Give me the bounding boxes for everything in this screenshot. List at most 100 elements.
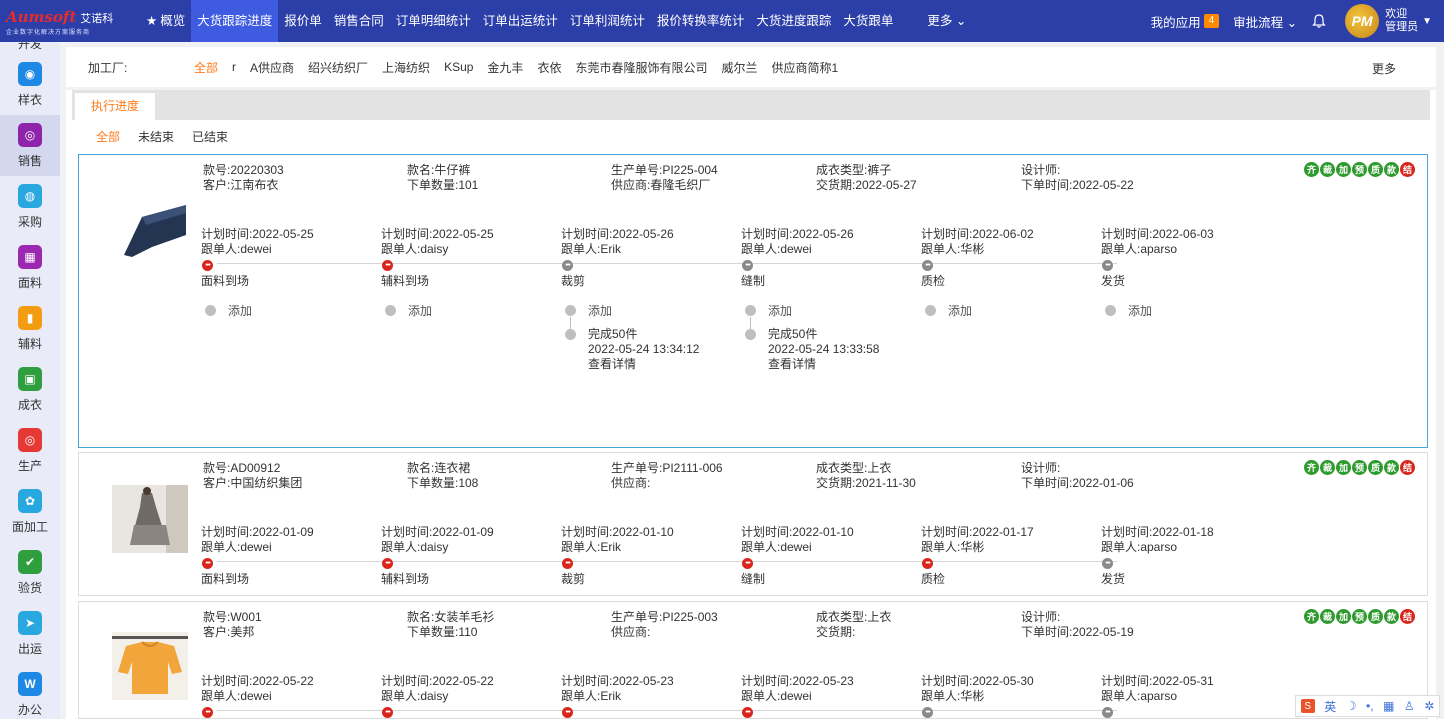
step-status-dot[interactable]: ••• — [562, 260, 573, 271]
factory-option[interactable]: KSup — [444, 60, 473, 74]
step-status-dot[interactable]: ••• — [742, 260, 753, 271]
add-progress-button[interactable]: 添加 — [381, 302, 561, 319]
nav-order-detail-stats[interactable]: 订单明细统计 — [390, 0, 477, 42]
welcome-text: 欢迎 管理员 — [1385, 8, 1419, 33]
tag-quality: 质 — [1368, 609, 1383, 624]
sidebar-item-dev-cut[interactable]: 开发 — [0, 42, 60, 54]
bell-icon[interactable] — [1311, 13, 1327, 29]
my-apps[interactable]: 我的应用 4 — [1151, 12, 1220, 31]
keyboard-icon[interactable]: ▦ — [1383, 699, 1394, 713]
sidebar-item-shipping[interactable]: ➤ 出运 — [0, 603, 60, 664]
process-step: 计划时间:2022-05-26 跟单人:dewei ••• 缝制 添加 完成50件… — [741, 227, 921, 372]
nav-sales-contract[interactable]: 销售合同 — [328, 0, 390, 42]
nav-quotation[interactable]: 报价单 — [278, 0, 328, 42]
factory-option-all[interactable]: 全部 — [194, 59, 218, 76]
factory-more-button[interactable]: 更多 — [1372, 60, 1396, 77]
step-status-dot[interactable]: ••• — [1102, 558, 1113, 569]
order-time: 下单时间:2022-05-22 — [1021, 178, 1134, 192]
sidebar-item-sales[interactable]: ◎ 销售 — [0, 115, 60, 176]
step-status-dot[interactable]: ••• — [202, 558, 213, 569]
view-detail-link[interactable]: 查看详情 — [588, 357, 699, 372]
settings-gear-icon[interactable]: ✲ — [1424, 699, 1434, 713]
nav-overview[interactable]: ★ 概览 — [140, 0, 191, 42]
sidebar-item-sample[interactable]: ◉ 样衣 — [0, 54, 60, 115]
progress-log: 完成50件 2022-05-24 13:34:12 查看详情 — [561, 317, 741, 372]
subtab-all[interactable]: 全部 — [96, 128, 120, 145]
top-right-area: 我的应用 4 审批流程 ⌄ PM 欢迎 管理员 ▼ — [1151, 0, 1444, 42]
factory-option[interactable]: 衣依 — [537, 59, 561, 76]
step-status-dot[interactable]: ••• — [922, 558, 933, 569]
nav-order-profit-stats[interactable]: 订单利润统计 — [564, 0, 651, 42]
sidebar-item-production[interactable]: ◎ 生产 — [0, 420, 60, 481]
step-status-dot[interactable]: ••• — [562, 558, 573, 569]
sidebar-item-fabric[interactable]: ▦ 面料 — [0, 237, 60, 298]
approval-flow-menu[interactable]: 审批流程 ⌄ — [1233, 12, 1297, 31]
sidebar-item-office[interactable]: W 办公 — [0, 664, 60, 719]
tab-execution-progress[interactable]: 执行进度 — [75, 93, 155, 120]
order-card[interactable]: 款号:20220303 客户:江南布衣 款名:牛仔裤 下单数量:101 生产单号:P… — [78, 154, 1428, 448]
add-progress-button[interactable]: 添加 — [921, 302, 1101, 319]
step-status-dot[interactable]: ••• — [382, 558, 393, 569]
sidebar-item-purchase[interactable]: ◍ 采购 — [0, 176, 60, 237]
sample-icon: ◉ — [18, 61, 42, 86]
step-status-dot[interactable]: ••• — [382, 707, 393, 718]
subtab-unfinished[interactable]: 未结束 — [138, 128, 174, 145]
production-icon: ◎ — [18, 427, 42, 452]
add-progress-button[interactable]: 添加 — [741, 302, 921, 319]
factory-option[interactable]: r — [232, 60, 236, 74]
factory-option[interactable]: 金九丰 — [487, 59, 523, 76]
view-detail-link[interactable]: 查看详情 — [768, 357, 879, 372]
sidebar-item-inspection[interactable]: ✔ 验货 — [0, 542, 60, 603]
user-icon[interactable]: ♙ — [1404, 699, 1415, 713]
add-progress-button[interactable]: 添加 — [201, 302, 381, 319]
status-subtabs: 全部 未结束 已结束 — [96, 128, 228, 145]
factory-option[interactable]: A供应商 — [250, 59, 294, 76]
style-name: 款名:女装羊毛衫 — [407, 610, 495, 624]
sidebar-item-processing[interactable]: ✿ 面加工 — [0, 481, 60, 542]
garment-type: 成衣类型:上衣 — [816, 610, 892, 624]
step-status-dot[interactable]: ••• — [742, 558, 753, 569]
factory-option[interactable]: 威尔兰 — [721, 59, 757, 76]
moon-icon[interactable]: ☽ — [1346, 699, 1357, 713]
step-status-dot[interactable]: ••• — [742, 707, 753, 718]
subtab-finished[interactable]: 已结束 — [192, 128, 228, 145]
nav-bulk-tracking-progress[interactable]: 大货跟踪进度 — [191, 0, 279, 42]
production-number: 生产单号:PI225-003 — [611, 610, 718, 624]
sidebar-item-accessory[interactable]: ▮ 辅料 — [0, 298, 60, 359]
factory-option[interactable]: 绍兴纺织厂 — [308, 59, 368, 76]
add-progress-button[interactable]: 添加 — [1101, 302, 1281, 319]
step-status-dot[interactable]: ••• — [202, 260, 213, 271]
step-status-dot[interactable]: ••• — [922, 707, 933, 718]
step-status-dot[interactable]: ••• — [1102, 707, 1113, 718]
nav-more[interactable]: 更多 ⌄ — [921, 0, 972, 42]
status-tags: 齐裁加预质款结 — [1304, 609, 1415, 624]
nav-bulk-follow[interactable]: 大货跟单 — [837, 0, 899, 42]
avatar[interactable]: PM — [1345, 4, 1380, 38]
factory-option[interactable]: 供应商简称1 — [771, 59, 838, 76]
order-card[interactable]: 款号:W001 客户:美邦 款名:女装羊毛衫 下单数量:110 生产单号:PI225… — [78, 601, 1428, 719]
nav-bulk-progress-tracking[interactable]: 大货进度跟踪 — [750, 0, 837, 42]
punctuation-icon[interactable]: •, — [1366, 699, 1374, 713]
ime-toolbar[interactable]: S 英 ☽ •, ▦ ♙ ✲ — [1295, 695, 1440, 717]
page-scrollbar[interactable] — [1436, 42, 1444, 719]
step-status-dot[interactable]: ••• — [562, 707, 573, 718]
step-status-dot[interactable]: ••• — [922, 260, 933, 271]
process-step: 计划时间:2022-05-25 跟单人:daisy ••• 辅料到场 添加 — [381, 227, 561, 319]
factory-option[interactable]: 东莞市春隆服饰有限公司 — [575, 59, 707, 76]
add-progress-button[interactable]: 添加 — [561, 302, 741, 319]
factory-option[interactable]: 上海纺织 — [382, 59, 430, 76]
ime-language-toggle[interactable]: 英 — [1324, 698, 1336, 715]
step-status-dot[interactable]: ••• — [1102, 260, 1113, 271]
inspection-icon: ✔ — [18, 549, 42, 574]
garment-type: 成衣类型:上衣 — [816, 461, 892, 475]
nav-order-shipping-stats[interactable]: 订单出运统计 — [477, 0, 564, 42]
app-logo[interactable]: Aumsoft 艾诺科 企业数字化解决方案服务商 — [0, 0, 140, 42]
step-status-dot[interactable]: ••• — [382, 260, 393, 271]
process-step: 计划时间:2022-05-26 跟单人:Erik ••• 裁剪 添加 完成50件 2… — [561, 227, 741, 372]
user-menu-caret-icon[interactable]: ▼ — [1422, 16, 1432, 27]
sidebar-item-garment[interactable]: ▣ 成衣 — [0, 359, 60, 420]
step-status-dot[interactable]: ••• — [202, 707, 213, 718]
nav-quote-conversion-stats[interactable]: 报价转换率统计 — [651, 0, 751, 42]
order-card[interactable]: 款号:AD00912 客户:中国纺织集团 款名:连衣裙 下单数量:108 生产单号:… — [78, 452, 1428, 596]
tag-cut: 裁 — [1320, 460, 1335, 475]
